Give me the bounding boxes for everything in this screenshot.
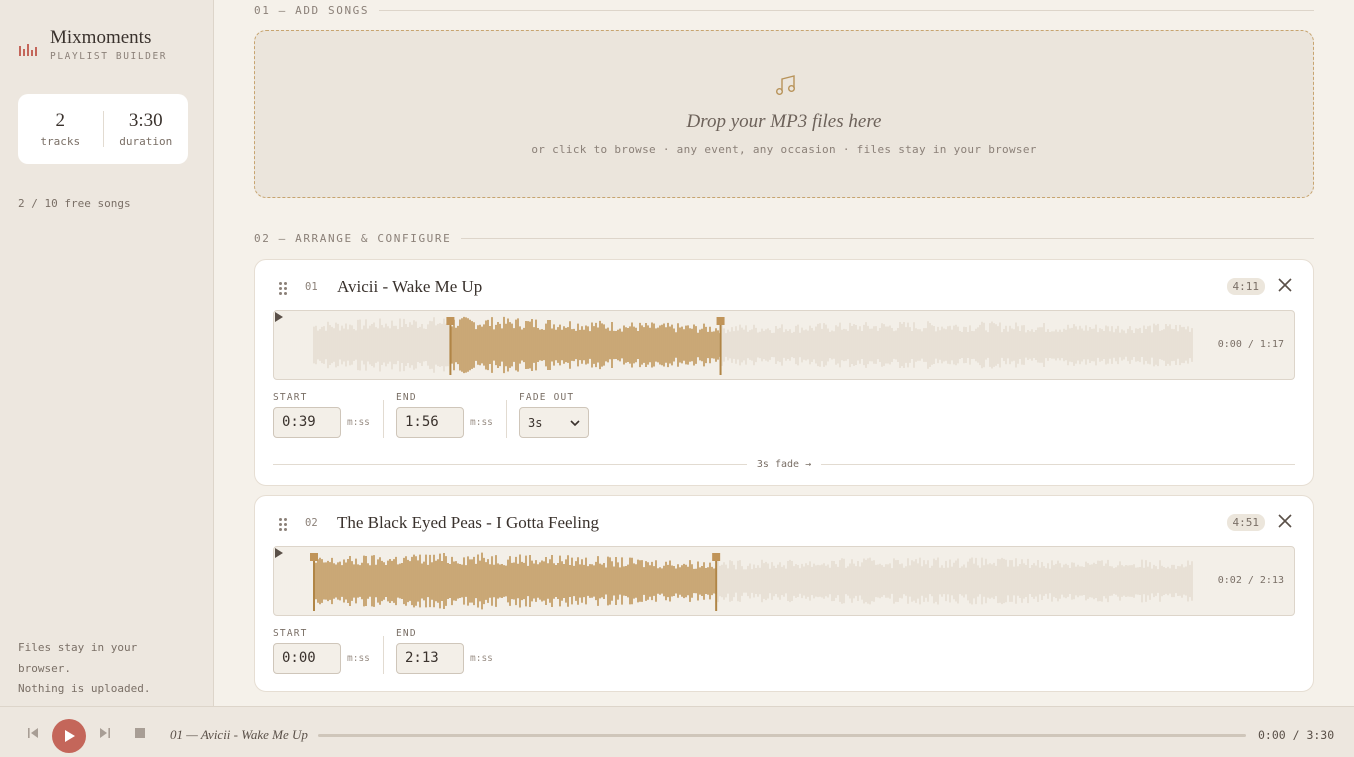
end-unit: m:ss <box>470 653 493 664</box>
field-divider <box>506 400 507 438</box>
brand: Mixmoments PLAYLIST BUILDER <box>18 28 167 62</box>
start-time-input[interactable]: 0:39 <box>273 407 341 438</box>
brand-subtitle: PLAYLIST BUILDER <box>50 51 168 62</box>
dropzone-subtitle: or click to browse · any event, any occa… <box>531 143 1037 156</box>
dropzone-title: Drop your MP3 files here <box>686 111 882 132</box>
trim-handle[interactable] <box>313 553 315 611</box>
trim-handle-knob[interactable] <box>310 553 318 561</box>
tracks-stat: 2 tracks <box>18 110 103 148</box>
fade-field: FADE OUT 3s <box>519 392 589 438</box>
fade-out-value: 3s <box>528 415 543 430</box>
section-add-songs: 01 — ADD SONGS <box>254 4 1314 17</box>
preview-play-icon[interactable] <box>274 311 284 323</box>
section-arrange-title: 02 — ARRANGE & CONFIGURE <box>254 232 452 245</box>
equalizer-logo-icon <box>19 44 37 56</box>
trim-handle[interactable] <box>449 317 452 375</box>
playback-time: 0:00 / 3:30 <box>1258 728 1335 742</box>
track-controls: START 0:39 m:ss END 1:56 m:ss FADE OUT 3… <box>273 392 589 438</box>
waveform[interactable]: 0:00 / 1:17 <box>273 310 1295 380</box>
start-field: START 0:39 m:ss <box>273 392 371 438</box>
track-card: 02 The Black Eyed Peas - I Gotta Feeling… <box>254 495 1314 692</box>
free-songs-quota: 2 / 10 free songs <box>18 197 131 210</box>
track-number: 01 <box>305 281 318 293</box>
track-title: Avicii - Wake Me Up <box>337 277 483 296</box>
track-title: The Black Eyed Peas - I Gotta Feeling <box>337 513 600 532</box>
previous-track-icon[interactable] <box>27 727 39 739</box>
chevron-down-icon <box>570 419 580 426</box>
start-label: START <box>273 628 308 639</box>
privacy-line-2: Nothing is uploaded. <box>18 682 151 695</box>
stats-card: 2 tracks 3:30 duration <box>18 94 188 164</box>
fade-out-select[interactable]: 3s <box>519 407 589 438</box>
end-field: END 2:13 m:ss <box>396 628 494 674</box>
privacy-line-1: Files stay in your browser. <box>18 641 138 675</box>
sidebar: Mixmoments PLAYLIST BUILDER 2 tracks 3:3… <box>0 0 214 706</box>
tracks-label: tracks <box>40 135 81 148</box>
track-card: 01 Avicii - Wake Me Up 4:11 0:00 / 1:17 … <box>254 259 1314 486</box>
playback-bar: 01 — Avicii - Wake Me Up 0:00 / 3:30 <box>0 706 1354 757</box>
total-duration: 3:30 <box>128 110 163 131</box>
end-time-input[interactable]: 2:13 <box>396 643 464 674</box>
trim-handle-knob[interactable] <box>446 317 455 325</box>
trim-handle[interactable] <box>719 317 722 375</box>
drag-handle-icon[interactable] <box>279 518 289 532</box>
end-unit: m:ss <box>470 417 493 428</box>
waveform-graphic[interactable] <box>274 547 1295 616</box>
playback-progress-bar[interactable] <box>318 734 1246 737</box>
mp3-dropzone[interactable]: Drop your MP3 files here or click to bro… <box>254 30 1314 198</box>
trim-handle[interactable] <box>715 553 718 611</box>
end-field: END 1:56 m:ss <box>396 392 494 438</box>
transition-label: 3s fade → <box>756 458 812 470</box>
track-duration-badge: 4:11 <box>1226 278 1265 295</box>
start-unit: m:ss <box>347 417 370 428</box>
duration-label: duration <box>119 135 173 148</box>
stop-icon[interactable] <box>134 727 146 739</box>
waveform-graphic[interactable] <box>274 311 1295 380</box>
section-add-songs-title: 01 — ADD SONGS <box>254 4 370 17</box>
trim-handle-knob[interactable] <box>716 317 725 325</box>
waveform-time: 0:02 / 2:13 <box>1217 575 1284 586</box>
main-content: 01 — ADD SONGS Drop your MP3 files here … <box>214 0 1354 706</box>
drag-handle-icon[interactable] <box>279 282 289 296</box>
preview-play-icon[interactable] <box>274 547 284 559</box>
privacy-note: Files stay in your browser. Nothing is u… <box>18 638 188 700</box>
play-button[interactable] <box>52 719 86 753</box>
next-track-icon[interactable] <box>99 727 111 739</box>
remove-track-close-icon[interactable] <box>1277 277 1293 293</box>
field-divider <box>383 400 384 438</box>
remove-track-close-icon[interactable] <box>1277 513 1293 529</box>
tracks-count: 2 <box>55 110 66 131</box>
fade-out-label: FADE OUT <box>519 392 575 403</box>
section-divider <box>379 10 1314 11</box>
play-icon <box>65 730 75 742</box>
section-arrange: 02 — ARRANGE & CONFIGURE <box>254 232 1314 245</box>
end-time-input[interactable]: 1:56 <box>396 407 464 438</box>
field-divider <box>383 636 384 674</box>
waveform[interactable]: 0:02 / 2:13 <box>273 546 1295 616</box>
track-header: 01 Avicii - Wake Me Up 4:11 <box>255 260 1313 314</box>
duration-stat: 3:30 duration <box>104 110 189 148</box>
track-number: 02 <box>305 517 318 529</box>
now-playing: 01 — Avicii - Wake Me Up <box>170 727 308 742</box>
start-unit: m:ss <box>347 653 370 664</box>
music-note-icon <box>776 75 795 95</box>
waveform-time: 0:00 / 1:17 <box>1217 339 1284 350</box>
end-label: END <box>396 392 417 403</box>
start-field: START 0:00 m:ss <box>273 628 371 674</box>
track-duration-badge: 4:51 <box>1226 514 1265 531</box>
start-label: START <box>273 392 308 403</box>
trim-handle-knob[interactable] <box>712 553 721 561</box>
start-time-input[interactable]: 0:00 <box>273 643 341 674</box>
brand-name: Mixmoments <box>50 27 152 48</box>
track-controls: START 0:00 m:ss END 2:13 m:ss <box>273 628 494 674</box>
transition-indicator: 3s fade → <box>273 458 1295 470</box>
track-header: 02 The Black Eyed Peas - I Gotta Feeling… <box>255 496 1313 550</box>
end-label: END <box>396 628 417 639</box>
section-divider <box>461 238 1314 239</box>
